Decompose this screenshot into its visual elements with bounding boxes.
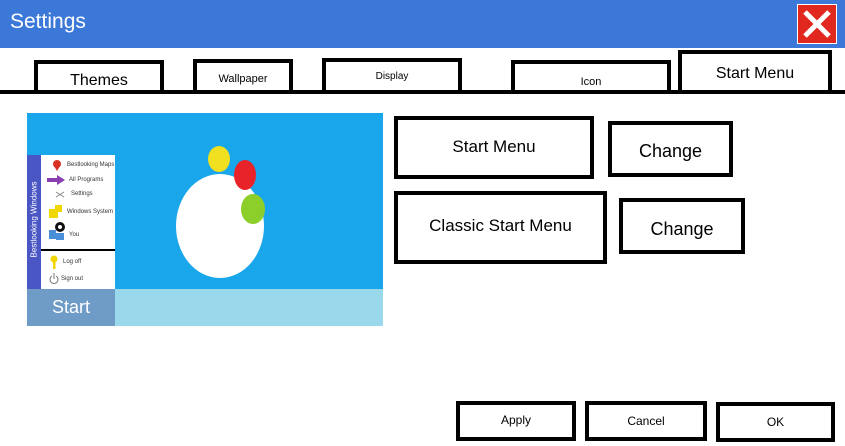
- change-classic-start-menu-label: Change: [650, 219, 714, 239]
- tab-display-label: Display: [375, 71, 409, 82]
- tab-themes-label: Themes: [70, 72, 128, 89]
- gear-icon: [55, 191, 65, 198]
- start-menu-item[interactable]: All Programs: [69, 177, 103, 183]
- option-classic-start-menu-label: Classic Start Menu: [429, 216, 572, 235]
- taskbar: Start: [27, 289, 383, 326]
- start-menu-item[interactable]: Sign out: [61, 276, 83, 282]
- tab-wallpaper[interactable]: Wallpaper: [193, 59, 293, 91]
- start-menu-side-label: Bestlooking Windows: [29, 181, 39, 258]
- key-icon: [50, 255, 58, 269]
- tab-themes[interactable]: Themes: [34, 60, 164, 91]
- start-button[interactable]: Start: [27, 289, 115, 326]
- cancel-button-label: Cancel: [627, 414, 665, 428]
- start-menu-separator: [41, 249, 115, 251]
- tab-wallpaper-label: Wallpaper: [218, 73, 268, 85]
- start-menu-item[interactable]: Windows System: [67, 209, 113, 215]
- start-menu-side-strip: Bestlooking Windows: [27, 155, 41, 289]
- start-menu-item[interactable]: Log off: [63, 259, 81, 265]
- tab-icon[interactable]: Icon: [511, 60, 671, 91]
- tab-start-menu-label: Start Menu: [715, 65, 795, 82]
- change-classic-start-menu-button[interactable]: Change: [619, 198, 745, 254]
- puzzle-icon: [49, 205, 62, 218]
- tab-display[interactable]: Display: [322, 58, 462, 91]
- option-classic-start-menu: Classic Start Menu: [394, 191, 607, 264]
- close-button[interactable]: [797, 4, 837, 44]
- ok-button[interactable]: OK: [716, 402, 835, 442]
- apply-button-label: Apply: [500, 413, 532, 427]
- cancel-button[interactable]: Cancel: [585, 401, 707, 441]
- title-bar: Settings: [0, 0, 845, 48]
- window-title: Settings: [10, 10, 86, 33]
- power-icon: [49, 273, 59, 284]
- ok-button-label: OK: [766, 415, 785, 429]
- change-start-menu-label: Change: [638, 141, 703, 161]
- tab-icon-label: Icon: [580, 76, 602, 88]
- map-pin-icon: [53, 160, 61, 171]
- start-menu-preview: Bestlooking Windows Bestlooking Maps All…: [27, 113, 383, 326]
- user-icon: [49, 222, 65, 240]
- option-start-menu-label: Start Menu: [452, 137, 536, 156]
- change-start-menu-button[interactable]: Change: [608, 121, 733, 177]
- start-menu-item[interactable]: Settings: [71, 191, 93, 197]
- start-menu-item[interactable]: Bestlooking Maps: [67, 162, 114, 168]
- arrow-right-icon: [47, 175, 65, 185]
- start-menu-item[interactable]: You: [69, 232, 79, 238]
- tab-start-menu[interactable]: Start Menu: [678, 50, 832, 92]
- start-button-label: Start: [51, 297, 90, 317]
- start-menu-panel: Bestlooking Windows Bestlooking Maps All…: [27, 155, 115, 289]
- tab-divider: [0, 90, 845, 94]
- close-x-icon: [803, 10, 831, 38]
- apply-button[interactable]: Apply: [456, 401, 576, 441]
- option-start-menu: Start Menu: [394, 116, 594, 179]
